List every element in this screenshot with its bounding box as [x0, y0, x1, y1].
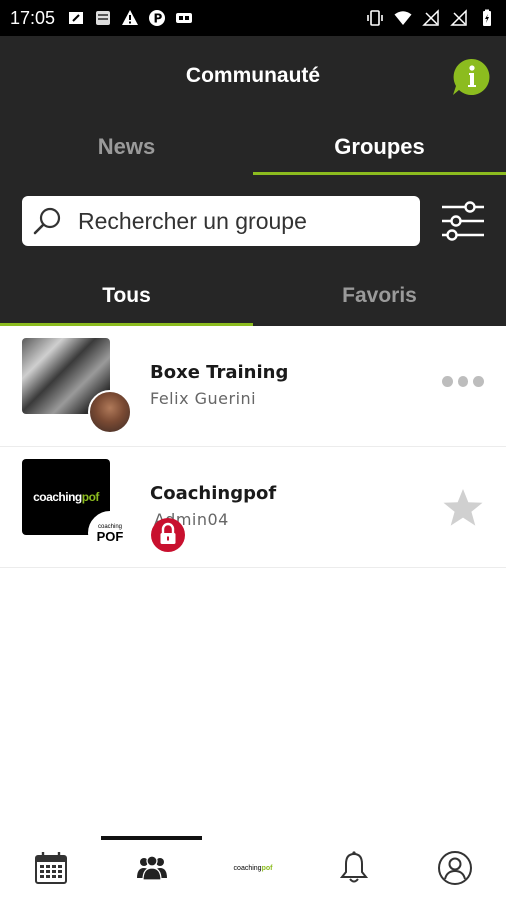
calendar-icon [33, 850, 69, 886]
search-input[interactable] [78, 207, 398, 235]
more-dots-icon[interactable] [442, 374, 485, 388]
nav-home[interactable]: coachingpof [202, 836, 303, 900]
tab-news[interactable]: News [0, 126, 253, 176]
group-list: Boxe Training Felix Guerini coachingpof … [0, 326, 506, 568]
avatar-logo-big: POF [96, 528, 124, 544]
no-signal-icon [450, 9, 468, 27]
wifi-icon [394, 9, 412, 27]
tab-favoris[interactable]: Favoris [253, 274, 506, 326]
search-box[interactable] [22, 196, 420, 246]
coachingpof-logo: coachingpof [233, 864, 273, 872]
main-tabs: News Groupes [0, 126, 506, 176]
info-icon[interactable] [450, 56, 492, 98]
status-left-icons: P [67, 9, 193, 27]
bell-icon [336, 850, 372, 886]
nav-groups[interactable] [101, 836, 203, 900]
warning-icon [121, 9, 139, 27]
profile-icon [437, 850, 473, 886]
sliders-icon[interactable] [440, 198, 486, 244]
battery-icon [478, 9, 496, 27]
tab-tous[interactable]: Tous [0, 274, 253, 326]
avatar: coaching POF [88, 511, 132, 555]
group-name: Boxe Training [150, 362, 289, 383]
bottom-nav: coachingpof [0, 836, 506, 900]
status-bar: 17:05 P [0, 0, 506, 36]
edit-note-icon [67, 9, 85, 27]
star-icon[interactable] [442, 487, 484, 529]
nav-calendar[interactable] [0, 836, 101, 900]
no-signal-icon [422, 9, 440, 27]
search-row [22, 196, 486, 248]
status-time: 17:05 [10, 7, 56, 28]
sub-tabs: Tous Favoris [0, 274, 506, 326]
header: Communauté News Groupes Tous [0, 36, 506, 326]
avatar [88, 390, 132, 434]
page-title: Communauté [185, 64, 321, 87]
list-item[interactable]: coachingpof coaching POF Coachingpof Adm… [0, 447, 506, 568]
sim-icon [175, 9, 193, 27]
lock-icon [150, 517, 186, 553]
svg-text:P: P [154, 12, 163, 26]
tab-groupes[interactable]: Groupes [253, 126, 506, 176]
news-icon [94, 9, 112, 27]
group-admin: Felix Guerini [150, 389, 257, 408]
group-icon [134, 850, 170, 886]
group-logo: coachingpof [33, 490, 99, 504]
nav-notifications[interactable] [304, 836, 405, 900]
status-right-icons [366, 9, 496, 27]
group-name: Coachingpof [150, 483, 277, 504]
vibrate-icon [366, 9, 384, 27]
search-icon [30, 203, 66, 239]
list-item[interactable]: Boxe Training Felix Guerini [0, 326, 506, 447]
nav-profile[interactable] [405, 836, 506, 900]
parking-icon: P [148, 9, 166, 27]
